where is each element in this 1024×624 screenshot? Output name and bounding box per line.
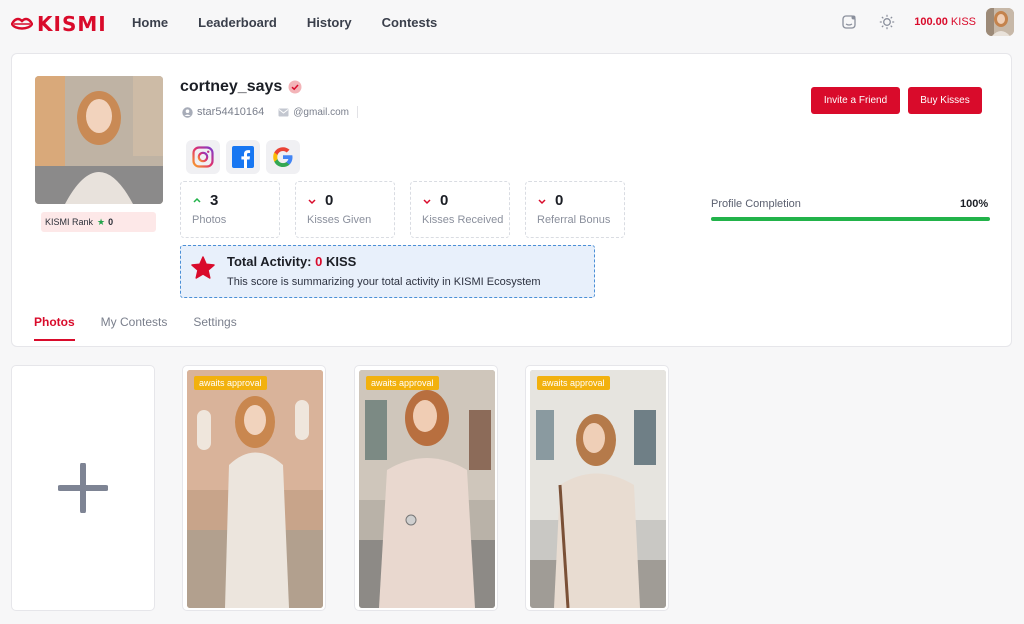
photo-image: awaits approval: [530, 370, 666, 608]
verified-badge-icon: [288, 80, 302, 94]
plus-icon: [58, 463, 108, 513]
main-nav: Home Leaderboard History Contests: [132, 15, 467, 30]
stats-row: 3 Photos 0 Kisses Given 0 Kisses Receive…: [180, 181, 625, 238]
stat-value: 0: [440, 192, 449, 209]
balance-unit: KISS: [950, 16, 976, 28]
instagram-link[interactable]: [186, 140, 220, 174]
stat-label: Kisses Given: [307, 214, 372, 226]
profile-username: cortney_says: [180, 78, 283, 95]
add-photo-button[interactable]: [11, 365, 155, 611]
nav-leaderboard[interactable]: Leaderboard: [198, 15, 277, 30]
stat-value: 0: [555, 192, 564, 209]
stat-kisses-given: 0 Kisses Given: [295, 181, 395, 238]
profile-photo: [35, 76, 163, 204]
stat-label: Kisses Received: [422, 214, 504, 226]
photo-image: awaits approval: [187, 370, 323, 608]
nav-home[interactable]: Home: [132, 15, 168, 30]
rank-star-icon: ★: [97, 216, 106, 227]
trend-down-icon: [538, 198, 546, 204]
stat-photos: 3 Photos: [180, 181, 280, 238]
activity-title-prefix: Total Activity:: [227, 254, 312, 269]
approval-status-badge: awaits approval: [194, 376, 267, 390]
theme-toggle-sun-icon[interactable]: [876, 11, 898, 33]
profile-username-row: cortney_says: [180, 78, 302, 96]
user-id: star54410164: [197, 106, 265, 118]
kismi-rank-badge: KISMI Rank ★ 0: [41, 212, 156, 232]
facebook-link[interactable]: [226, 140, 260, 174]
meta-divider: [357, 106, 358, 118]
stat-label: Referral Bonus: [537, 214, 611, 226]
user-id-item: star54410164: [182, 106, 264, 118]
kismi-logo[interactable]: KISMI: [11, 12, 107, 36]
activity-title: Total Activity: 0 KISS: [227, 254, 356, 269]
tab-photos[interactable]: Photos: [34, 315, 75, 341]
user-avatar[interactable]: [986, 8, 1014, 36]
approval-status-badge: awaits approval: [366, 376, 439, 390]
photo-image: awaits approval: [359, 370, 495, 608]
profile-tabs: Photos My Contests Settings: [34, 315, 263, 341]
profile-completion-percent: 100%: [960, 198, 989, 210]
profile-card: KISMI Rank ★ 0 cortney_says star54410164…: [11, 53, 1012, 347]
mail-icon: [278, 108, 289, 116]
notifications-icon[interactable]: [838, 11, 860, 33]
photo-card[interactable]: awaits approval: [525, 365, 669, 611]
logo-text: KISMI: [37, 12, 107, 36]
tab-settings[interactable]: Settings: [193, 315, 236, 341]
facebook-icon: [232, 146, 254, 168]
rank-value: 0: [108, 217, 114, 227]
user-circle-icon: [182, 106, 193, 118]
photo-card[interactable]: awaits approval: [354, 365, 498, 611]
balance-value: 100.00: [914, 16, 948, 28]
email-item: @gmail.com: [278, 106, 358, 118]
tab-my-contests[interactable]: My Contests: [101, 315, 168, 341]
user-email: @gmail.com: [293, 106, 349, 118]
instagram-icon: [192, 146, 214, 168]
header-actions: 100.00 KISS: [838, 8, 1014, 36]
trend-down-icon: [423, 198, 431, 204]
profile-meta: star54410164 @gmail.com: [182, 106, 372, 118]
invite-friend-button[interactable]: Invite a Friend: [811, 87, 900, 114]
trend-down-icon: [308, 198, 316, 204]
social-links: [186, 140, 300, 174]
stat-referral-bonus: 0 Referral Bonus: [525, 181, 625, 238]
google-link[interactable]: [266, 140, 300, 174]
profile-completion-fill: [711, 217, 990, 221]
total-activity-panel: Total Activity: 0 KISS This score is sum…: [180, 245, 595, 298]
stat-kisses-received: 0 Kisses Received: [410, 181, 510, 238]
top-bar: KISMI Home Leaderboard History Contests …: [0, 0, 1024, 46]
photo-card[interactable]: awaits approval: [182, 365, 326, 611]
stat-label: Photos: [192, 214, 227, 226]
stat-value: 0: [325, 192, 334, 209]
buy-kisses-button[interactable]: Buy Kisses: [908, 87, 982, 114]
approval-status-badge: awaits approval: [537, 376, 610, 390]
rank-label: KISMI Rank: [45, 217, 94, 227]
google-icon: [273, 147, 293, 167]
nav-history[interactable]: History: [307, 15, 352, 30]
kiss-balance[interactable]: 100.00 KISS: [914, 16, 976, 28]
trend-up-icon: [193, 197, 201, 203]
activity-unit: KISS: [326, 254, 357, 269]
star-icon: [191, 256, 215, 279]
activity-description: This score is summarizing your total act…: [227, 276, 541, 288]
profile-completion-bar: [711, 217, 990, 221]
stat-value: 3: [210, 192, 219, 209]
lips-icon: [11, 17, 33, 30]
nav-contests[interactable]: Contests: [382, 15, 438, 30]
profile-completion-label: Profile Completion: [711, 198, 801, 210]
activity-value: 0: [315, 254, 323, 269]
